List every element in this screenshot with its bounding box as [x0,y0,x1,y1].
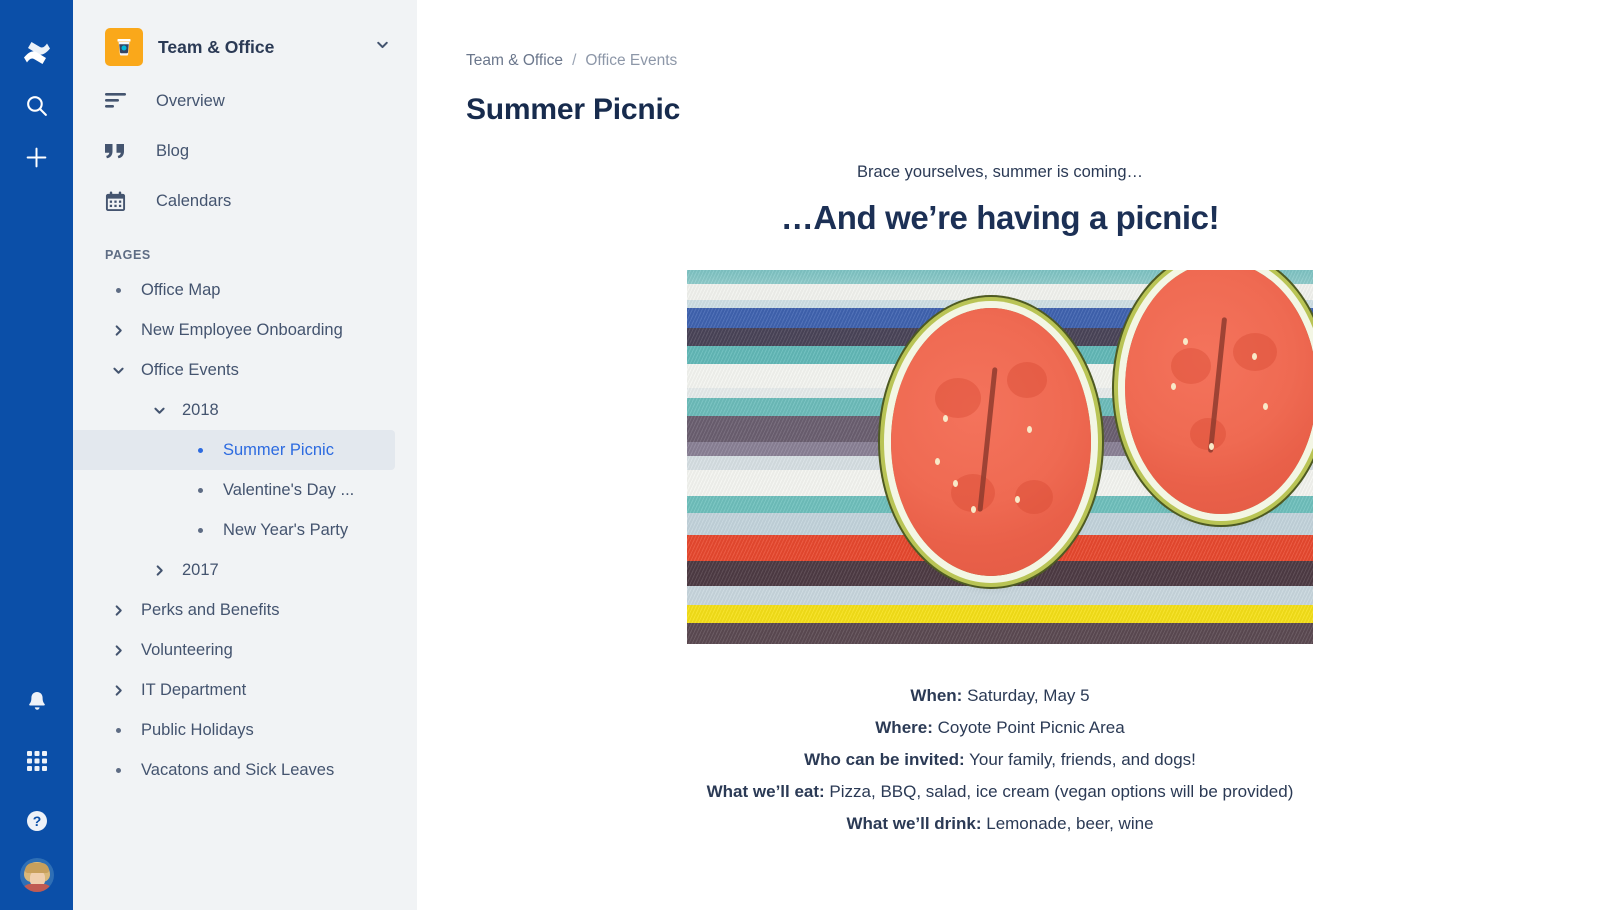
page-tree-item-label: 2018 [182,401,219,420]
confluence-logo-icon[interactable] [14,30,60,76]
event-detail-value: Pizza, BBQ, salad, ice cream (vegan opti… [825,782,1294,801]
page-tree-item-label: Office Map [141,281,220,300]
page-tree-item[interactable]: 2017 [73,550,395,590]
breadcrumb-item-space[interactable]: Team & Office [466,52,563,70]
page-tree-item[interactable]: Perks and Benefits [73,590,395,630]
event-details-list: When: Saturday, May 5Where: Coyote Point… [466,680,1534,840]
watermelon-picnic-image [687,270,1313,644]
global-nav-rail: ? [0,0,73,910]
page-tree-item[interactable]: Office Events [73,350,395,390]
space-sidebar: Team & Office Overview [73,0,417,910]
rail-bottom-group: ? [14,678,60,910]
main-content: Team & Office / Office Events Summer Pic… [417,0,1600,910]
help-icon[interactable]: ? [14,798,60,844]
page-tree-item[interactable]: New Employee Onboarding [73,310,395,350]
page-tree-item-label: Office Events [141,361,239,380]
event-detail-label: What we’ll drink: [846,814,981,833]
chevron-right-icon[interactable] [105,643,131,658]
sidebar-item-overview[interactable]: Overview [73,76,417,126]
page-tree-item-label: Perks and Benefits [141,601,280,620]
pages-section-header: PAGES [73,226,417,270]
page-tree-item-label: Valentine's Day ... [223,481,354,500]
event-detail-value: Your family, friends, and dogs! [965,750,1196,769]
calendar-icon [105,191,139,212]
page-tree-item-label: New Year's Party [223,521,348,540]
page-tree-item-label: Summer Picnic [223,441,334,460]
event-detail-line: Who can be invited: Your family, friends… [466,744,1534,776]
page-tree-item[interactable]: Summer Picnic [73,430,395,470]
event-detail-value: Saturday, May 5 [962,686,1089,705]
blog-quote-icon [105,142,139,160]
chevron-right-icon[interactable] [105,323,131,338]
event-detail-label: Who can be invited: [804,750,965,769]
page-tree-item[interactable]: New Year's Party [73,510,395,550]
page-title: Summer Picnic [466,93,1600,127]
page-tree-item[interactable]: Vacatons and Sick Leaves [73,750,395,790]
space-switcher[interactable]: Team & Office [73,18,417,76]
bullet-icon [187,448,213,453]
app-window: ? Team & Office [0,0,1600,910]
chevron-right-icon[interactable] [105,683,131,698]
page-tree-item[interactable]: Public Holidays [73,710,395,750]
page-tree-item[interactable]: 2018 [73,390,395,430]
breadcrumb-item-parent[interactable]: Office Events [585,52,677,70]
avatar[interactable] [20,858,54,892]
page-tree-item-label: Volunteering [141,641,233,660]
event-detail-label: Where: [875,718,933,737]
watermelon-half-right [1125,270,1313,514]
app-switcher-grid-icon[interactable] [14,738,60,784]
space-name: Team & Office [158,37,374,58]
kicker-text: Brace yourselves, summer is coming… [466,163,1534,182]
page-tree-item[interactable]: IT Department [73,670,395,710]
event-detail-label: What we’ll eat: [707,782,825,801]
page-body: Brace yourselves, summer is coming… …And… [466,163,1534,840]
chevron-right-icon[interactable] [146,563,172,578]
avatar-hair [25,863,49,873]
bullet-icon [187,528,213,533]
page-tree-item-label: New Employee Onboarding [141,321,343,340]
coffee-cup-icon [105,28,143,66]
event-detail-label: When: [910,686,962,705]
avatar-shoulder [22,884,52,892]
sidebar-item-label: Calendars [156,192,231,211]
page-tree-item-label: IT Department [141,681,246,700]
event-detail-line: Where: Coyote Point Picnic Area [466,712,1534,744]
sidebar-item-label: Blog [156,142,189,161]
search-icon[interactable] [14,82,60,128]
event-detail-value: Lemonade, beer, wine [982,814,1154,833]
page-tree-item[interactable]: Volunteering [73,630,395,670]
bullet-icon [105,768,131,773]
sidebar-item-label: Overview [156,92,225,111]
event-detail-line: What we’ll eat: Pizza, BBQ, salad, ice c… [466,776,1534,808]
bullet-icon [187,488,213,493]
event-detail-line: When: Saturday, May 5 [466,680,1534,712]
breadcrumb-separator: / [572,52,576,70]
chevron-down-icon[interactable] [146,403,172,418]
chevron-down-icon[interactable] [374,36,391,58]
page-tree-item-label: 2017 [182,561,219,580]
sidebar-item-calendars[interactable]: Calendars [73,176,417,226]
event-detail-line: What we’ll drink: Lemonade, beer, wine [466,808,1534,840]
breadcrumb: Team & Office / Office Events [466,52,1600,70]
page-tree-item[interactable]: Office Map [73,270,395,310]
page-tree: Office Map New Employee Onboarding Office … [73,270,417,790]
overview-lines-icon [105,92,139,110]
page-tree-item-label: Public Holidays [141,721,254,740]
sidebar-item-blog[interactable]: Blog [73,126,417,176]
create-icon[interactable] [14,134,60,180]
bullet-icon [105,728,131,733]
event-detail-value: Coyote Point Picnic Area [933,718,1125,737]
watermelon-half-left [891,308,1091,576]
chevron-down-icon[interactable] [105,363,131,378]
page-tree-item[interactable]: Valentine's Day ... [73,470,395,510]
bullet-icon [105,288,131,293]
page-tree-item-label: Vacatons and Sick Leaves [141,761,334,780]
chevron-right-icon[interactable] [105,603,131,618]
notifications-bell-icon[interactable] [14,678,60,724]
svg-text:?: ? [32,813,41,829]
headline-text: …And we’re having a picnic! [466,199,1534,237]
